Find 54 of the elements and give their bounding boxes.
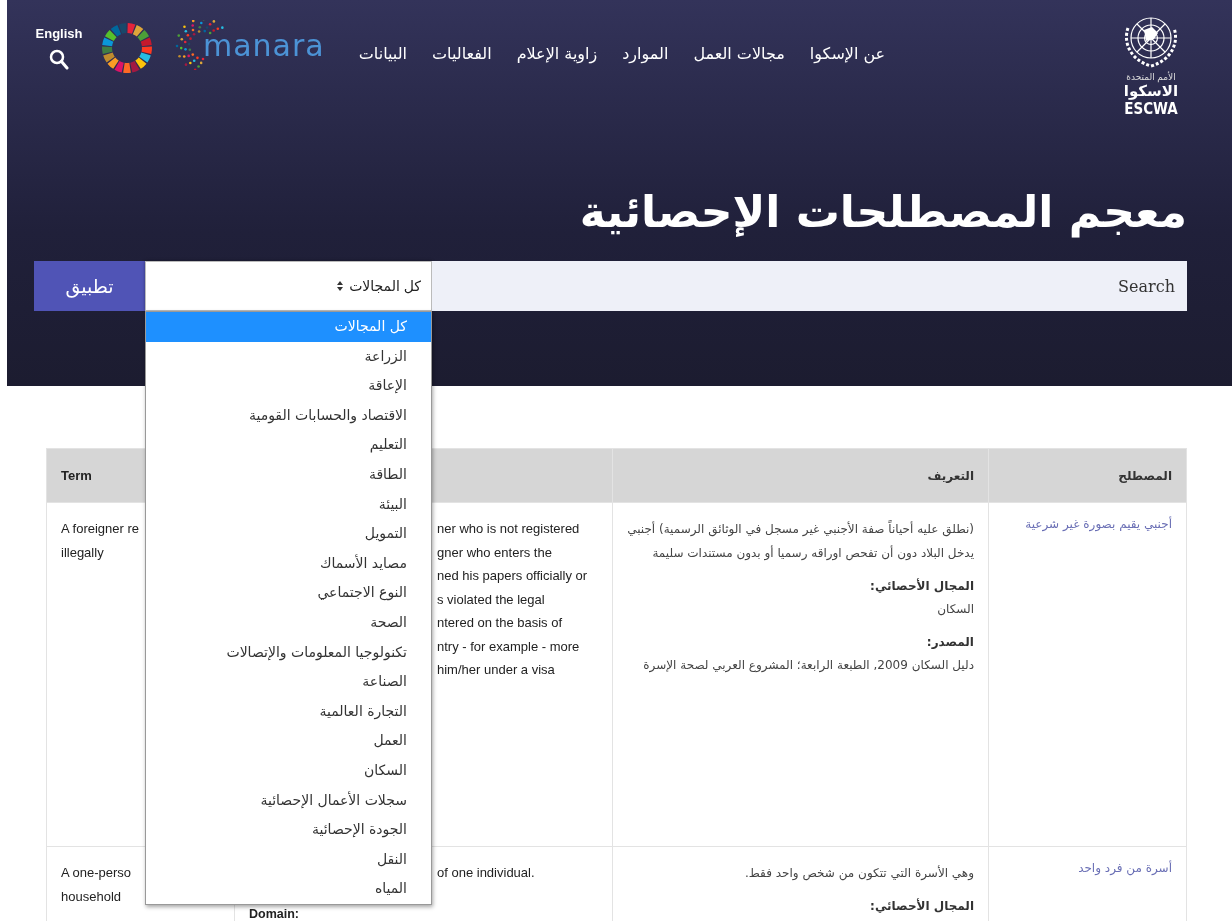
dropdown-option[interactable]: مصايد الأسماك (146, 548, 431, 579)
org-name: الاسكوا (1123, 82, 1179, 100)
language-link[interactable]: English (35, 26, 83, 41)
dropdown-option[interactable]: المياه (146, 874, 431, 904)
dropdown-option[interactable]: الجودة الإحصائية (146, 815, 431, 845)
term-text: A foreigner re illegally (61, 520, 141, 562)
dropdown-option[interactable]: الطاقة (146, 459, 431, 490)
dropdown-option[interactable]: تكنولوجيا المعلومات والإتصالات (146, 637, 431, 668)
nav-link[interactable]: مجالات العمل (693, 44, 785, 63)
definition-text: of one individual. (437, 864, 536, 882)
org-acronym: ESCWA (1124, 100, 1178, 118)
definition-text: السكان (936, 601, 974, 618)
nav-link[interactable]: الفعاليات (432, 44, 492, 63)
nav-link[interactable]: عن الإسكوا (809, 44, 886, 63)
apply-button[interactable]: تطبيق (34, 261, 145, 311)
definition-text: وهي الأسرة التي تتكون من شخص واحد فقط. (743, 864, 974, 883)
dropdown-option[interactable]: الصناعة (146, 667, 431, 697)
dropdown-option[interactable]: الإعاقة (146, 371, 431, 401)
field-label: المجال الأحصائي: (869, 897, 974, 915)
column-header: Term (61, 466, 93, 485)
definition-text: (نطلق عليه أحياناً صفة الأجنبي غير مسجل في الوثائق الرسمية) أجنبي يدخل البلاد دون أن تفحص اوراقه رسميا أو بدون مستندات سليمة (627, 519, 974, 563)
domain-select[interactable]: كل المجالات (145, 261, 432, 311)
org-name: الأمم المتحدة (1126, 72, 1176, 82)
dropdown-option[interactable]: التمويل (146, 519, 431, 549)
dropdown-option[interactable]: الصحة (146, 607, 431, 638)
manara-logo[interactable]: manara (175, 20, 325, 70)
dropdown-option[interactable]: النوع الاجتماعي (146, 578, 431, 608)
dropdown-option[interactable]: العمل (146, 726, 431, 756)
dropdown-option[interactable]: التجارة العالمية (146, 696, 431, 727)
nav-link[interactable]: البيانات (358, 44, 407, 63)
field-label: المجال الأحصائي: (869, 577, 974, 595)
nav-link[interactable]: زاوية الإعلام (516, 44, 598, 63)
dropdown-option[interactable]: الزراعة (146, 341, 431, 372)
dropdown-option[interactable]: البيئة (146, 489, 431, 520)
definition-text: ner who is not registered gner who enters the ned his papers officially or s violated the legal ntered on the basis of ntry - for example - more him/her under a visa (437, 520, 589, 679)
term-link[interactable]: أجنبي يقيم بصورة غير شرعية (1025, 517, 1172, 531)
column-header: المصطلح (1117, 468, 1172, 483)
dropdown-option[interactable]: الاقتصاد والحسابات القومية (146, 400, 431, 431)
term-link[interactable]: أسرة من فرد واحد (1078, 861, 1172, 875)
column-header: التعريف (926, 468, 974, 483)
sort-icon (337, 281, 344, 291)
definition-text: دليل السكان 2009, الطبعة الرابعة؛ المشروع العربي لصحة الإسرة (642, 657, 974, 675)
domain-label: Domain: (249, 907, 300, 921)
dropdown-option[interactable]: السكان (146, 755, 431, 786)
search-icon[interactable] (49, 49, 69, 71)
field-label: المصدر: (925, 634, 974, 651)
nav-link[interactable]: الموارد (622, 44, 669, 63)
search-field[interactable]: Search (432, 261, 1187, 311)
term-text: A one-perso household (61, 864, 133, 906)
page-title: معجم المصطلحات الإحصائية (578, 186, 1187, 237)
dropdown-option[interactable]: التعليم (146, 430, 431, 460)
dropdown-option[interactable]: النقل (146, 844, 431, 875)
dropdown-option[interactable]: سجلات الأعمال الإحصائية (146, 785, 431, 816)
color-wheel-logo[interactable] (101, 22, 153, 74)
